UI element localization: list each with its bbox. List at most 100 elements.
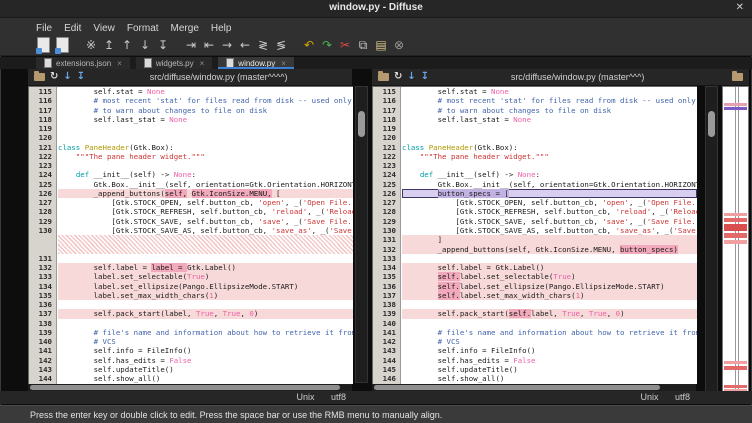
scrollbar-handle[interactable] <box>374 385 660 390</box>
code-line[interactable] <box>58 133 353 142</box>
last-difference-icon[interactable]: ↧ <box>154 36 172 54</box>
open-file-icon[interactable] <box>34 73 45 81</box>
code-line[interactable]: self.has_edits = False <box>58 356 353 365</box>
code-line[interactable]: self.updateTitle() <box>58 365 353 374</box>
code-line[interactable]: self.show_all() <box>58 374 353 383</box>
scrollbar-handle[interactable] <box>30 385 340 390</box>
vertical-scrollbar-left[interactable] <box>355 86 368 383</box>
code-line[interactable]: def __init__(self) -> None: <box>58 170 353 179</box>
tab-widgets.py[interactable]: widgets.py× <box>136 57 212 69</box>
code-line[interactable]: def __init__(self) -> None: <box>402 170 697 179</box>
isolate-icon[interactable]: ※ <box>82 36 100 54</box>
code-line[interactable]: _append_buttons(self, Gtk.IconSize.MENU,… <box>402 245 697 254</box>
code-area[interactable]: self.stat = None # most recent 'stat' fo… <box>402 87 697 384</box>
code-line[interactable]: button_specs = [ <box>402 189 697 198</box>
code-line[interactable]: self.info = FileInfo() <box>58 346 353 355</box>
vertical-scrollbar-right[interactable] <box>705 86 718 397</box>
code-line[interactable]: self.label = label = Gtk.Label() <box>58 263 353 272</box>
horizontal-scrollbar-right[interactable] <box>372 384 696 391</box>
code-line[interactable]: self.last_stat = None <box>402 115 697 124</box>
code-line[interactable]: Gtk.Box.__init__(self, orientation=Gtk.O… <box>402 180 697 189</box>
code-line[interactable] <box>402 254 697 263</box>
code-line[interactable] <box>58 300 353 309</box>
tab-close-icon[interactable]: × <box>117 59 122 68</box>
new-2way-merge-icon[interactable] <box>37 37 50 53</box>
copy-selection-right-icon[interactable]: → <box>218 36 236 54</box>
code-line[interactable] <box>58 245 353 254</box>
scrollbar-handle[interactable] <box>708 111 715 137</box>
merge-from-right-icon[interactable]: ≶ <box>272 36 290 54</box>
code-line[interactable]: self.show_all() <box>402 374 697 383</box>
open-file-icon[interactable] <box>732 73 743 81</box>
code-line[interactable]: # file's name and information about how … <box>58 328 353 337</box>
reload-file-icon[interactable]: ↻ <box>50 70 58 84</box>
code-line[interactable]: # to warn about changes to file on disk <box>402 106 697 115</box>
code-line[interactable] <box>402 319 697 328</box>
code-line[interactable]: """The pane header widget.""" <box>402 152 697 161</box>
code-line[interactable]: self.stat = None <box>402 87 697 96</box>
code-line[interactable]: self.label.set_selectable(True) <box>402 272 697 281</box>
new-3way-merge-icon[interactable] <box>56 37 69 53</box>
code-line[interactable]: label.set_ellipsize(Pango.EllipsizeMode.… <box>58 282 353 291</box>
code-line[interactable]: # to warn about changes to file on disk <box>58 106 353 115</box>
text-pane-left[interactable]: 1151161171181191201211221231241251261271… <box>28 86 353 384</box>
scrollbar-handle[interactable] <box>358 111 365 137</box>
code-line[interactable]: ] <box>402 235 697 244</box>
open-file-icon[interactable] <box>378 73 389 81</box>
code-line[interactable]: self.label.set_ellipsize(Pango.Ellipsize… <box>402 282 697 291</box>
code-line[interactable]: self.stat = None <box>58 87 353 96</box>
next-difference-icon[interactable]: ↓ <box>136 36 154 54</box>
title-bar[interactable]: window.py - Diffuse ✕ <box>0 0 752 18</box>
code-line[interactable]: self.pack_start(label, True, True, 0) <box>58 309 353 318</box>
horizontal-scrollbar-left[interactable] <box>28 384 352 391</box>
diff-map[interactable] <box>722 86 749 397</box>
close-icon[interactable]: ✕ <box>736 2 744 13</box>
code-line[interactable]: self.pack_start(self.label, True, True, … <box>402 309 697 318</box>
code-line[interactable] <box>402 133 697 142</box>
code-line[interactable] <box>58 124 353 133</box>
code-line[interactable]: [Gtk.STOCK_SAVE_AS, self.button_cb, 'sav… <box>58 226 353 235</box>
shift-pane-left-icon[interactable]: ⇤ <box>200 36 218 54</box>
save-file-icon[interactable]: ↓ <box>63 70 71 84</box>
code-line[interactable] <box>58 254 353 263</box>
code-line[interactable]: [Gtk.STOCK_OPEN, self.button_cb, 'open',… <box>58 198 353 207</box>
cut-icon[interactable]: ✂ <box>336 36 354 54</box>
code-line[interactable]: class PaneHeader(Gtk.Box): <box>58 143 353 152</box>
code-line[interactable]: """The pane header widget.""" <box>58 152 353 161</box>
code-line[interactable]: _append_buttons(self, Gtk.IconSize.MENU,… <box>58 189 353 198</box>
code-line[interactable]: [Gtk.STOCK_SAVE_AS, self.button_cb, 'sav… <box>402 226 697 235</box>
code-line[interactable]: [Gtk.STOCK_REFRESH, self.button_cb, 'rel… <box>58 207 353 216</box>
save-file-as-icon[interactable]: ↧ <box>77 70 85 84</box>
paste-icon[interactable]: ▤ <box>372 36 390 54</box>
code-line[interactable]: [Gtk.STOCK_REFRESH, self.button_cb, 'rel… <box>402 207 697 216</box>
copy-selection-left-icon[interactable]: ← <box>236 36 254 54</box>
code-line[interactable] <box>402 124 697 133</box>
redo-icon[interactable]: ↷ <box>318 36 336 54</box>
code-line[interactable]: # most recent 'stat' for files read from… <box>58 96 353 105</box>
undo-icon[interactable]: ↶ <box>300 36 318 54</box>
code-line[interactable]: class PaneHeader(Gtk.Box): <box>402 143 697 152</box>
code-line[interactable]: [Gtk.STOCK_SAVE, self.button_cb, 'save',… <box>402 217 697 226</box>
merge-from-left-icon[interactable]: ≷ <box>254 36 272 54</box>
code-line[interactable]: self.last_stat = None <box>58 115 353 124</box>
text-pane-right[interactable]: 1151161171181191201211221231241251261271… <box>372 86 697 384</box>
code-line[interactable]: self.label = Gtk.Label() <box>402 263 697 272</box>
code-line[interactable]: self.has_edits = False <box>402 356 697 365</box>
code-line[interactable]: label.set_selectable(True) <box>58 272 353 281</box>
code-line[interactable]: [Gtk.STOCK_OPEN, self.button_cb, 'open',… <box>402 198 697 207</box>
code-line[interactable]: # most recent 'stat' for files read from… <box>402 96 697 105</box>
code-area[interactable]: self.stat = None # most recent 'stat' fo… <box>58 87 353 384</box>
code-line[interactable]: self.label.set_max_width_chars(1) <box>402 291 697 300</box>
shift-pane-right-icon[interactable]: ⇥ <box>182 36 200 54</box>
code-line[interactable]: label.set_max_width_chars(1) <box>58 291 353 300</box>
first-difference-icon[interactable]: ↥ <box>100 36 118 54</box>
code-line[interactable]: self.updateTitle() <box>402 365 697 374</box>
clear-edits-icon[interactable]: ⊗ <box>390 36 408 54</box>
reload-file-icon[interactable]: ↻ <box>394 70 402 84</box>
tab-close-icon[interactable]: × <box>200 59 205 68</box>
save-file-icon[interactable]: ↓ <box>407 70 415 84</box>
previous-difference-icon[interactable]: ↑ <box>118 36 136 54</box>
tab-close-icon[interactable]: × <box>281 59 286 68</box>
tab-window.py[interactable]: window.py× <box>218 57 294 69</box>
tab-extensions.json[interactable]: extensions.json× <box>36 57 130 69</box>
